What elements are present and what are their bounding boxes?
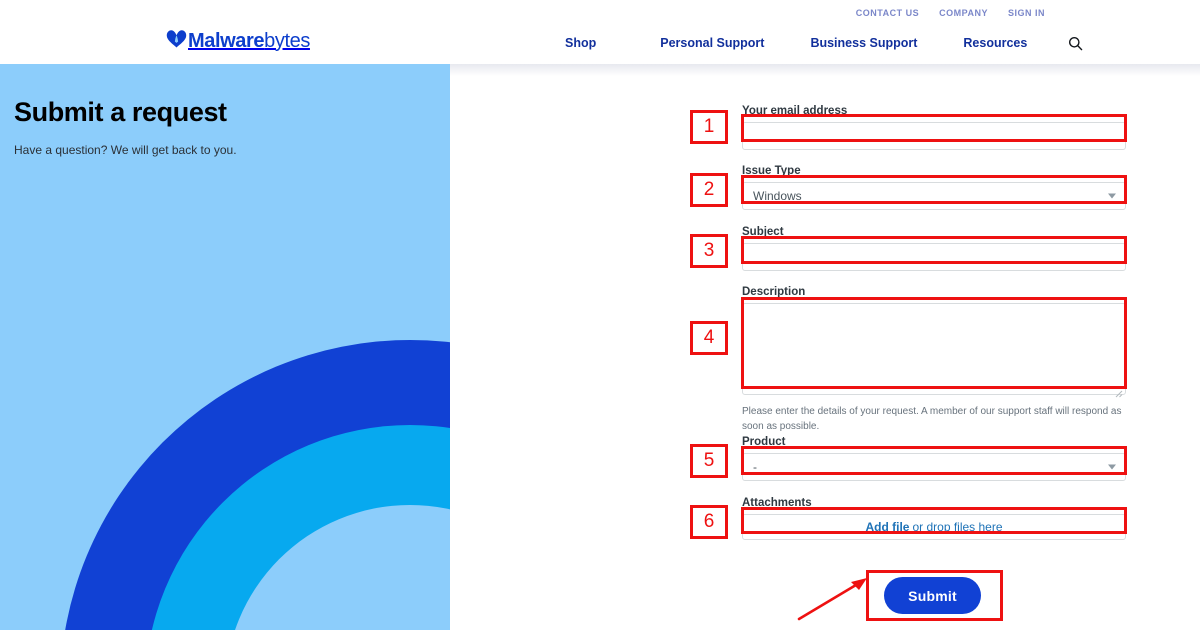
label-attachments: Attachments [742,497,812,509]
utility-link-company[interactable]: COMPANY [939,8,988,18]
page-subtitle: Have a question? We will get back to you… [14,143,237,157]
nav-item-personal-support[interactable]: Personal Support [660,36,764,50]
email-input[interactable] [742,122,1126,150]
field-attachments: Attachments Add file or drop files here [742,497,1126,540]
hero-panel: Submit a request Have a question? We wil… [0,64,450,630]
chevron-down-icon [1108,464,1116,470]
annotation-badge-5: 5 [690,444,728,478]
page-root: Submit a request Have a question? We wil… [0,0,1200,630]
issue-type-value: Windows [753,189,802,203]
site-header: CONTACT US COMPANY SIGN IN Malware bytes… [0,0,1200,64]
label-description: Description [742,286,806,298]
search-icon[interactable] [1067,35,1083,51]
annotation-badge-3: 3 [690,234,728,268]
field-description: Description Please enter the details of … [742,286,1126,434]
header-shadow [450,64,1200,76]
issue-type-select[interactable]: Windows [742,182,1126,210]
label-subject: Subject [742,226,784,238]
dropzone-hint: or drop files here [912,520,1003,534]
logo-text-strong: Malware [188,29,265,52]
label-email: Your email address [742,105,848,117]
subject-input[interactable] [742,243,1126,271]
page-title: Submit a request [14,97,227,127]
utility-link-contact-us[interactable]: CONTACT US [856,8,919,18]
description-wrapper [742,303,1126,400]
annotation-badge-6: 6 [690,505,728,539]
product-value: - [753,460,757,474]
label-product: Product [742,436,786,448]
annotation-arrow [797,578,867,621]
description-textarea[interactable] [742,303,1126,395]
field-email: Your email address [742,105,1126,150]
annotation-badge-1: 1 [690,110,728,144]
chevron-down-icon [1108,193,1116,199]
description-help-text: Please enter the details of your request… [742,406,1122,432]
attachments-dropzone[interactable]: Add file or drop files here [742,514,1126,540]
product-select[interactable]: - [742,453,1126,481]
logo-text-light: bytes [264,29,310,52]
nav-item-resources[interactable]: Resources [963,36,1027,50]
malwarebytes-m-icon [166,29,187,52]
malwarebytes-logo[interactable]: Malware bytes [166,29,310,52]
annotation-badge-4: 4 [690,321,728,355]
utility-nav: CONTACT US COMPANY SIGN IN [856,8,1045,18]
add-file-link[interactable]: Add file [865,520,909,534]
submit-button[interactable]: Submit [884,577,981,614]
label-issue-type: Issue Type [742,165,801,177]
main-nav: Shop Personal Support Business Support R… [565,35,1083,51]
field-product: Product - [742,436,1126,481]
submit-row: Submit [884,577,981,614]
nav-item-shop[interactable]: Shop [565,36,596,50]
field-issue-type: Issue Type Windows [742,165,1126,210]
nav-item-business-support[interactable]: Business Support [810,36,917,50]
field-subject: Subject [742,226,1126,271]
annotation-badge-2: 2 [690,173,728,207]
utility-link-sign-in[interactable]: SIGN IN [1008,8,1045,18]
